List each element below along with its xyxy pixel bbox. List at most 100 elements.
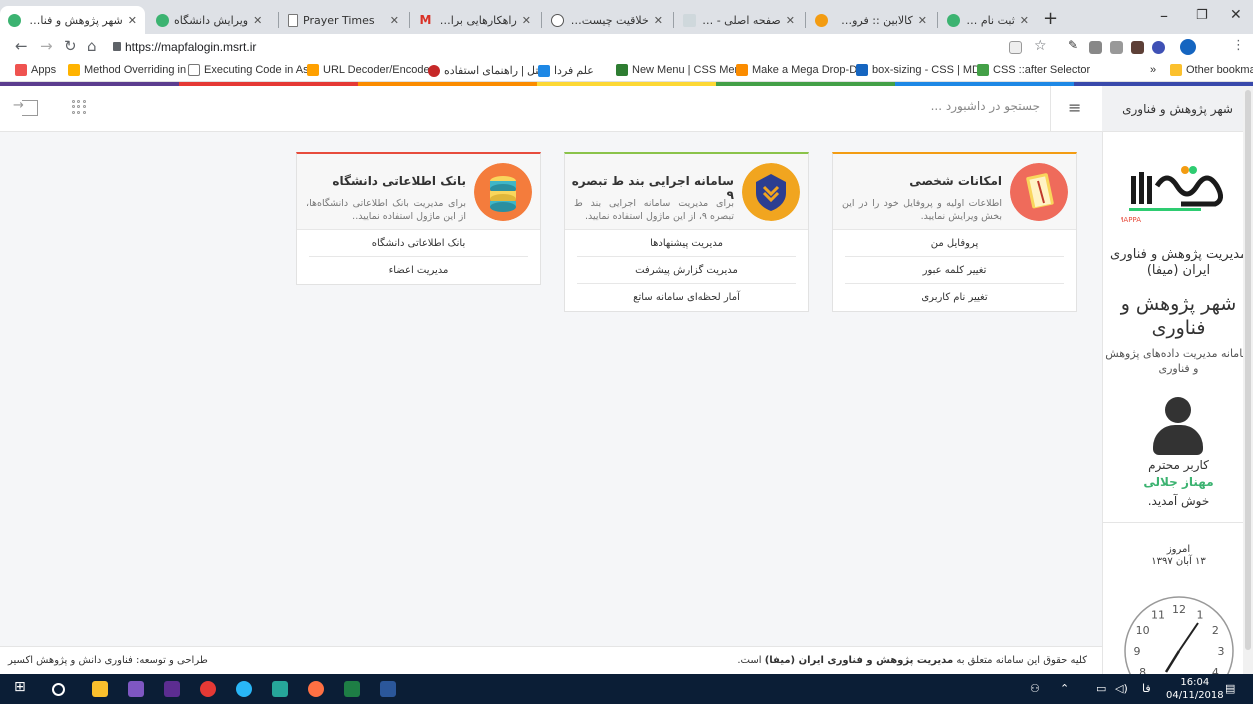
link-manage-progress-report[interactable]: مدیریت گزارش پیشرفت <box>577 257 796 284</box>
firefox-icon[interactable] <box>308 681 324 697</box>
minimize-icon[interactable]: – <box>1160 6 1168 25</box>
excel-icon[interactable] <box>344 681 360 697</box>
clock-number: 1 <box>1197 609 1204 622</box>
bookmark-label: URL Decoder/Encode <box>323 64 430 76</box>
org-name: مدیریت پژوهش و فناوری ایران (میفا) <box>1110 247 1247 278</box>
tab-title: Prayer Times <box>303 13 375 27</box>
apps-grid-icon[interactable] <box>72 100 86 114</box>
app-icon[interactable] <box>272 681 288 697</box>
tab-close-icon[interactable]: ✕ <box>522 14 531 27</box>
profile-icon[interactable] <box>1180 39 1196 55</box>
card-executive-system: سامانه اجرایی بند ط تبصره ۹ برای مدیریت … <box>564 152 809 312</box>
bookmark[interactable]: CSS ::after Selector <box>977 64 1090 76</box>
bookmark[interactable]: Other bookmarks <box>1170 64 1253 76</box>
divider <box>1103 522 1253 523</box>
extension-icon[interactable] <box>1131 41 1144 54</box>
tab-divider <box>278 12 279 28</box>
new-tab-button[interactable]: + <box>1043 8 1058 29</box>
visual-studio-icon[interactable] <box>164 681 180 697</box>
taskbar-clock[interactable]: 16:04 04/11/2018 <box>1166 676 1224 702</box>
bookmark[interactable]: Executing Code in As <box>188 64 309 76</box>
apps-grid-icon <box>15 64 27 76</box>
bookmark[interactable]: علم فردا <box>538 64 594 77</box>
tab-close-icon[interactable]: ✕ <box>253 14 262 27</box>
dashboard-search-input[interactable]: جستجو در داشبورد ... <box>800 99 1040 113</box>
bookmark[interactable]: Apps <box>15 64 56 76</box>
tab-active[interactable]: ✕ شهر پژوهش و فناوری <box>0 6 145 34</box>
logout-icon[interactable] <box>13 98 38 116</box>
tab[interactable]: ✕ ثبت نام در سیستم <box>939 6 1037 34</box>
hamburger-menu-icon[interactable]: ≡ <box>1068 98 1081 117</box>
tab-close-icon[interactable]: ✕ <box>128 14 137 27</box>
tab-favicon-icon <box>156 13 169 27</box>
bookmark[interactable]: box-sizing - CSS | MD <box>856 64 980 76</box>
tab-title: کالابین :: فروشگاهی <box>833 13 913 27</box>
site-title[interactable]: شهر پژوهش و فناوری <box>1102 86 1253 132</box>
tab-close-icon[interactable]: ✕ <box>654 14 663 27</box>
link-university-database[interactable]: بانک اطلاعاتی دانشگاه <box>309 230 528 257</box>
tab-close-icon[interactable]: ✕ <box>786 14 795 27</box>
clock-number: 11 <box>1151 609 1165 622</box>
people-icon[interactable]: ⚇ <box>1030 682 1040 695</box>
copyright-org: مدیریت پژوهش و فناوری ایران (میفا) <box>764 655 954 666</box>
bookmark-label: Executing Code in As <box>204 64 309 76</box>
tab-close-icon[interactable]: ✕ <box>1020 14 1029 27</box>
notifications-icon[interactable]: ▤ <box>1225 682 1235 695</box>
tab-close-icon[interactable]: ✕ <box>390 14 399 27</box>
app-icon[interactable] <box>128 681 144 697</box>
bookmarks-overflow-button[interactable]: » <box>1150 64 1156 76</box>
extension-icon[interactable] <box>1152 41 1165 54</box>
camera-icon[interactable] <box>1110 41 1123 54</box>
file-explorer-icon[interactable] <box>92 681 108 697</box>
word-icon[interactable] <box>380 681 396 697</box>
bookmark[interactable]: URL Decoder/Encode <box>307 64 430 76</box>
extension-icon[interactable] <box>1089 41 1102 54</box>
windows-start-icon[interactable]: ⊞ <box>14 679 30 695</box>
url-input[interactable]: https://mapfalogin.msrt.ir <box>125 40 256 54</box>
bookmark[interactable]: Make a Mega Drop-D <box>736 64 857 76</box>
tab[interactable]: ✕ ویرایش دانشگاه <box>148 6 276 34</box>
maximize-icon[interactable]: ❐ <box>1196 8 1208 23</box>
forward-icon[interactable]: → <box>40 37 53 55</box>
bookmark-label: Method Overriding in <box>84 64 187 76</box>
bookmark[interactable]: رابتل | راهنمای استفاده <box>428 64 550 77</box>
database-icon[interactable] <box>474 163 532 221</box>
network-icon[interactable]: ▭ <box>1096 682 1106 695</box>
menu-kebab-icon[interactable]: ⋮ <box>1232 38 1245 53</box>
volume-icon[interactable]: ◁) <box>1115 682 1128 695</box>
notebook-icon[interactable] <box>1010 163 1068 221</box>
link-my-profile[interactable]: پروفایل من <box>845 230 1064 257</box>
tab[interactable]: ✕ کالابین :: فروشگاهی <box>807 6 935 34</box>
bookmark[interactable]: Method Overriding in <box>68 64 186 76</box>
reload-icon[interactable]: ↻ <box>64 37 77 55</box>
tab[interactable]: ✕ صفحه اصلی - سامان <box>675 6 803 34</box>
tab[interactable]: Prayer Times ✕ <box>280 6 407 34</box>
bookmark[interactable]: New Menu | CSS Men <box>616 64 741 76</box>
translate-icon[interactable] <box>1009 41 1022 54</box>
tray-up-icon[interactable]: ⌃ <box>1060 682 1069 695</box>
page-scrollbar[interactable] <box>1243 86 1253 674</box>
tab[interactable]: ✕ خلاقیت چیست و چط <box>543 6 671 34</box>
link-manage-proposals[interactable]: مدیریت پیشنهادها <box>577 230 796 257</box>
shield-icon[interactable] <box>742 163 800 221</box>
link-manage-members[interactable]: مدیریت اعضاء <box>309 257 528 284</box>
tab-divider <box>541 12 542 28</box>
telegram-icon[interactable] <box>236 681 252 697</box>
eyedropper-icon[interactable]: ✎ <box>1068 38 1081 52</box>
home-icon[interactable]: ⌂ <box>87 37 97 55</box>
language-indicator[interactable]: فا <box>1142 682 1151 695</box>
tab-title: شهر پژوهش و فناوری <box>26 13 123 27</box>
star-icon[interactable]: ☆ <box>1034 38 1047 54</box>
tab-close-icon[interactable]: ✕ <box>918 14 927 27</box>
card-university-database: بانک اطلاعاتی دانشگاه برای مدیریت بانک ا… <box>296 152 541 285</box>
tab[interactable]: ✕ راهکارهایی برای رسید M <box>411 6 539 34</box>
link-change-username[interactable]: تغییر نام کاربری <box>845 284 1064 311</box>
close-window-icon[interactable]: ✕ <box>1230 7 1242 23</box>
link-live-stats[interactable]: آمار لحظه‌ای سامانه ساتع <box>577 284 796 311</box>
user-name: مهناز جلالی <box>1143 475 1214 489</box>
link-change-password[interactable]: تغییر کلمه عبور <box>845 257 1064 284</box>
cortana-search-icon[interactable] <box>52 683 65 696</box>
chrome-icon[interactable] <box>200 681 216 697</box>
tab-favicon-icon <box>947 13 960 27</box>
back-icon[interactable]: ← <box>15 37 28 55</box>
